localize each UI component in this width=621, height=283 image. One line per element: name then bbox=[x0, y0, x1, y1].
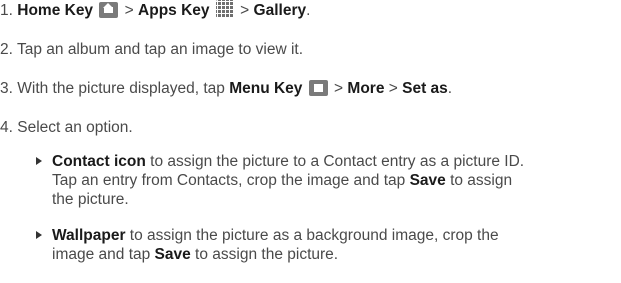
option-text: to assign the picture as a background im… bbox=[125, 227, 499, 244]
step-3: 3. With the picture displayed, tap Menu … bbox=[0, 79, 452, 98]
home-key-label: Home Key bbox=[17, 2, 94, 19]
option-line: Contact icon to assign the picture to a … bbox=[52, 152, 524, 171]
option-text: Tap an entry from Contacts, crop the ima… bbox=[52, 172, 410, 189]
separator: > bbox=[120, 2, 139, 19]
triangle-bullet-icon bbox=[36, 157, 42, 165]
step-1: 1. Home Key > Apps Key > Gallery. bbox=[0, 0, 310, 20]
save-label: Save bbox=[409, 172, 446, 189]
separator: > bbox=[235, 2, 254, 19]
step-text: Select an option. bbox=[17, 119, 133, 136]
more-label: More bbox=[347, 80, 385, 97]
step-number: 3. bbox=[0, 80, 13, 97]
option-label: Wallpaper bbox=[52, 227, 126, 244]
menu-key-icon bbox=[308, 80, 328, 96]
step-number: 1. bbox=[0, 2, 13, 19]
set-as-label: Set as bbox=[402, 80, 448, 97]
triangle-bullet-icon bbox=[36, 231, 42, 239]
option-text: the picture. bbox=[52, 191, 129, 208]
option-text: to assign the picture. bbox=[190, 246, 339, 263]
option-text: to assign the picture to a Contact entry… bbox=[145, 153, 525, 170]
menu-key-label: Menu Key bbox=[229, 80, 303, 97]
option-text: image and tap bbox=[52, 246, 155, 263]
step-text: With the picture displayed, tap bbox=[17, 80, 230, 97]
option-label: Contact icon bbox=[52, 153, 146, 170]
separator: > bbox=[384, 80, 403, 97]
period: . bbox=[447, 80, 453, 97]
separator: > bbox=[329, 80, 348, 97]
apps-key-label: Apps Key bbox=[138, 2, 210, 19]
option-line: the picture. bbox=[52, 190, 129, 209]
period: . bbox=[306, 2, 311, 19]
step-number: 2. bbox=[0, 41, 13, 58]
step-text: Tap an album and tap an image to view it… bbox=[16, 41, 304, 58]
home-key-icon bbox=[99, 2, 119, 18]
apps-key-icon bbox=[215, 0, 234, 18]
step-4: 4. Select an option. bbox=[0, 118, 133, 137]
step-2: 2. Tap an album and tap an image to view… bbox=[0, 40, 303, 59]
gallery-label: Gallery bbox=[253, 2, 307, 19]
step-number: 4. bbox=[0, 119, 13, 136]
option-text: to assign bbox=[445, 172, 513, 189]
option-line: image and tap Save to assign the picture… bbox=[52, 245, 338, 264]
option-line: Wallpaper to assign the picture as a bac… bbox=[52, 226, 499, 245]
option-line: Tap an entry from Contacts, crop the ima… bbox=[52, 171, 512, 190]
save-label: Save bbox=[154, 246, 191, 263]
